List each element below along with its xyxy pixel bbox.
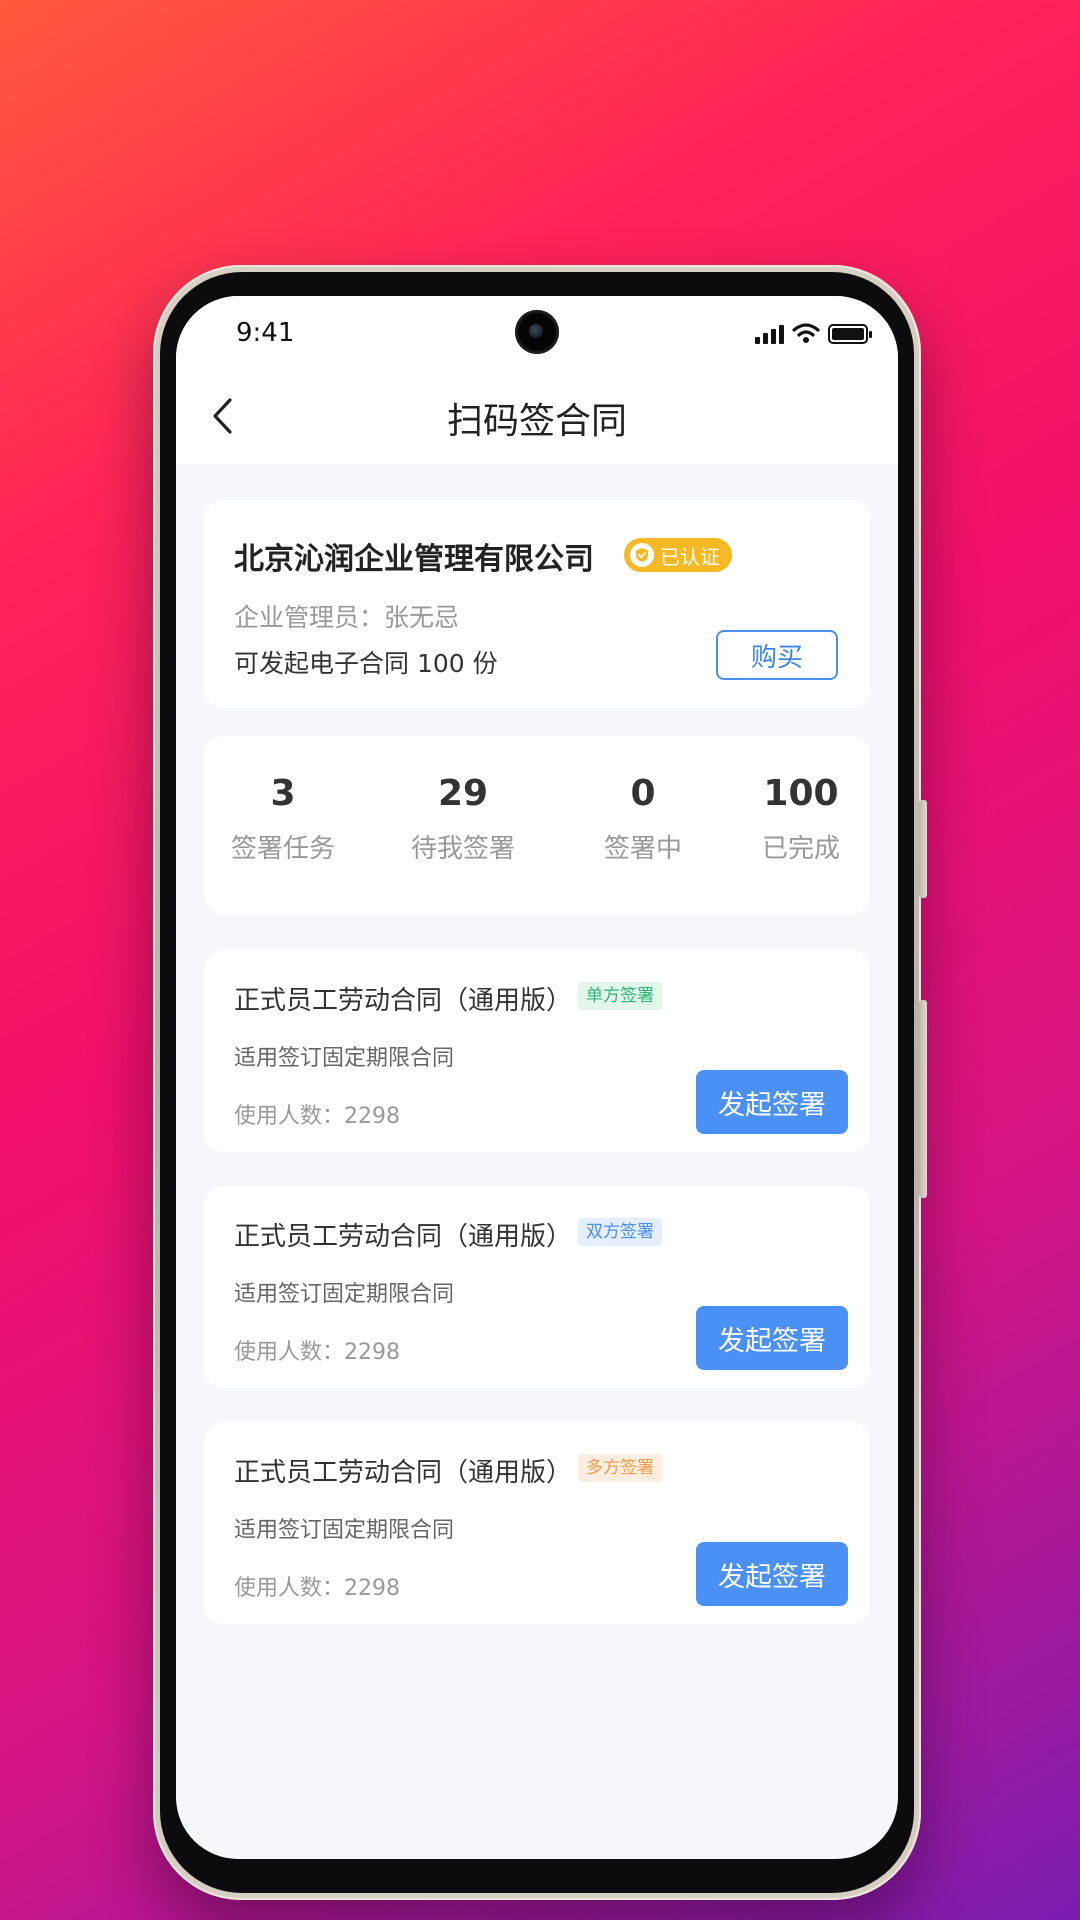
page-title: 扫码签合同 [446, 401, 627, 442]
status-bar: 9:41 [176, 296, 898, 368]
stat-value: 100 [763, 773, 839, 814]
stat-sign-tasks[interactable]: 3 签署任务 [208, 772, 358, 865]
phone-screen: 9:41 扫码签合同 北京沁润企业管理有限公司 已认证 企业管理员：张无忌 可发… [176, 296, 898, 1859]
stat-label: 签署任务 [230, 834, 335, 864]
stat-completed[interactable]: 100 已完成 [726, 772, 876, 865]
stat-label: 已完成 [761, 834, 840, 864]
template-description: 适用签订固定期限合同 [234, 1282, 455, 1307]
sign-type-tag: 双方签署 [578, 1218, 662, 1246]
cellular-signal-icon [755, 324, 784, 344]
buy-button[interactable]: 购买 [716, 630, 838, 680]
template-title: 正式员工劳动合同（通用版） [234, 986, 573, 1016]
template-card[interactable]: 正式员工劳动合同（通用版） 双方签署 适用签订固定期限合同 使用人数：2298 … [204, 1186, 870, 1388]
start-signing-button[interactable]: 发起签署 [696, 1542, 848, 1606]
phone-volume-up-button [919, 800, 927, 898]
stat-value: 29 [437, 773, 489, 814]
template-description: 适用签订固定期限合同 [234, 1046, 455, 1071]
status-icons [755, 322, 872, 344]
template-card[interactable]: 正式员工劳动合同（通用版） 单方签署 适用签订固定期限合同 使用人数：2298 … [204, 950, 870, 1152]
company-card: 北京沁润企业管理有限公司 已认证 企业管理员：张无忌 可发起电子合同 100 份… [204, 500, 870, 708]
stat-value: 0 [630, 773, 656, 814]
template-card[interactable]: 正式员工劳动合同（通用版） 多方签署 适用签订固定期限合同 使用人数：2298 … [204, 1422, 870, 1624]
wifi-icon [792, 323, 820, 343]
stat-label: 签署中 [603, 834, 682, 864]
nav-bar: 扫码签合同 [176, 368, 898, 464]
contract-quota: 可发起电子合同 100 份 [234, 649, 498, 678]
template-description: 适用签订固定期限合同 [234, 1518, 455, 1543]
phone-power-button [919, 1000, 927, 1198]
template-title: 正式员工劳动合同（通用版） [234, 1458, 573, 1488]
front-camera [515, 310, 559, 354]
stats-card: 3 签署任务 29 待我签署 0 签署中 100 已完成 [204, 736, 870, 914]
stat-label: 待我签署 [410, 834, 515, 864]
template-usage-count: 使用人数：2298 [234, 1576, 400, 1601]
start-signing-button[interactable]: 发起签署 [696, 1070, 848, 1134]
battery-icon [828, 324, 872, 344]
stat-pending-my-signature[interactable]: 29 待我签署 [388, 772, 538, 865]
template-usage-count: 使用人数：2298 [234, 1340, 400, 1365]
company-admin: 企业管理员：张无忌 [234, 603, 460, 632]
sign-type-tag: 多方签署 [578, 1454, 662, 1482]
start-signing-button[interactable]: 发起签署 [696, 1306, 848, 1370]
company-name: 北京沁润企业管理有限公司 [234, 542, 594, 577]
stat-signing[interactable]: 0 签署中 [568, 772, 718, 865]
template-title: 正式员工劳动合同（通用版） [234, 1222, 573, 1252]
shield-check-icon [630, 543, 654, 567]
status-time: 9:41 [236, 318, 295, 348]
verified-label: 已认证 [660, 544, 720, 569]
verified-badge: 已认证 [624, 538, 732, 572]
stat-value: 3 [270, 773, 296, 814]
sign-type-tag: 单方签署 [578, 982, 662, 1010]
template-usage-count: 使用人数：2298 [234, 1104, 400, 1129]
